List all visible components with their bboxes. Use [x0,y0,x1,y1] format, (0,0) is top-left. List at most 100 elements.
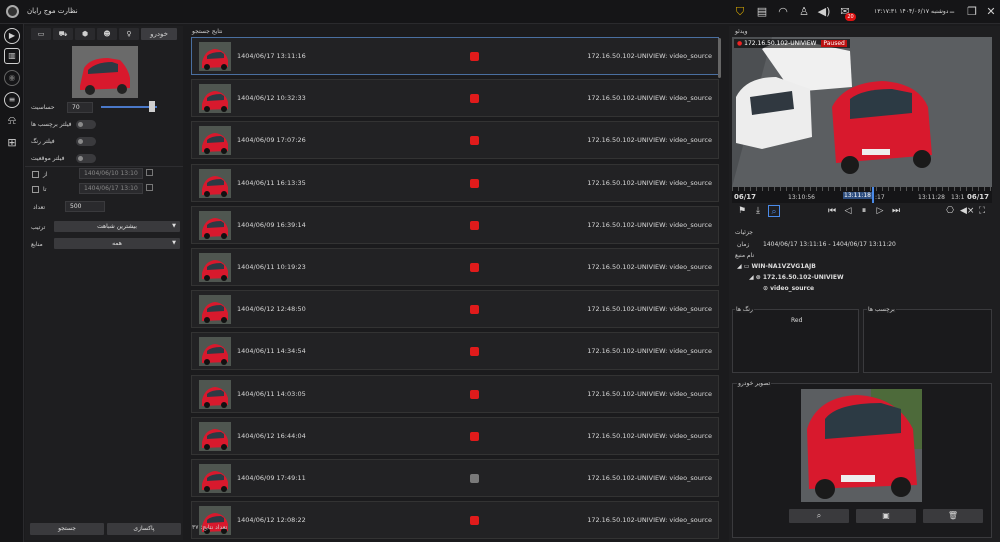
filter-color-toggle[interactable] [76,137,96,146]
clear-button[interactable]: پاکسازی [107,523,181,535]
to-checkbox[interactable] [32,186,39,193]
sort-dropdown[interactable]: بیشترین شباهت ▼ [54,221,180,232]
pause-icon[interactable]: ⏸ [858,205,870,217]
sort-label: ترتیب [31,224,46,231]
result-color-swatch [470,263,479,272]
result-datetime: 1404/06/11 14:34:54 [237,347,306,356]
timeline-playhead[interactable] [872,187,874,203]
count-input[interactable]: 500 [65,201,105,212]
result-row[interactable]: 1404/06/11 16:13:35 172.16.50.102-UNIVIEW… [191,163,719,202]
from-checkbox[interactable] [32,171,39,178]
result-source: 172.16.50.102-UNIVIEW: video_source [587,305,712,314]
timeline[interactable]: 06/17 13:10:56 13:11:18 :17 13:11:28 13:… [732,187,992,203]
result-color-swatch [470,220,479,230]
from-datetime-input[interactable]: 1404/06/10 13:10 [79,168,143,179]
speaker-icon[interactable]: ◀) [817,5,831,19]
result-row[interactable]: 1404/06/09 16:39:14 172.16.50.102-UNIVIEW… [191,205,719,244]
to-datetime-input[interactable]: 1404/06/17 13:10 [79,183,143,194]
result-row[interactable]: 1404/06/11 10:19:23 172.16.50.102-UNIVIEW… [191,248,719,286]
right-panel: ویدئو ● 172.16.50.102-UNIVIEW Paused 06/… [729,26,1000,542]
result-thumbnail [199,421,231,451]
minimize-icon[interactable]: – [945,5,959,19]
search-video-icon[interactable]: ⌕ [768,205,780,217]
results-scrollbar[interactable] [718,38,721,78]
filter-labels-label: فیلتر برچسب ها [31,121,72,128]
tree-node-source[interactable]: ⊙ video_source [763,285,814,292]
search-button[interactable]: جستجو [30,523,104,535]
tab-face[interactable]: ☻ [97,28,117,40]
view-image-button[interactable]: ▣ [856,509,916,523]
result-datetime: 1404/06/12 16:44:04 [237,431,306,440]
result-row[interactable]: 1404/06/11 14:34:54 172.16.50.102-UNIVIEW… [191,332,719,371]
step-forward-icon[interactable]: ⏭ [890,205,902,217]
result-row[interactable]: 1404/06/12 12:48:50 172.16.50.102-UNIVIEW… [191,290,719,329]
result-datetime: 1404/06/12 12:48:50 [237,305,306,314]
play-icon[interactable]: ▷ [874,205,886,217]
filter-labels-toggle[interactable] [76,120,96,129]
maximize-icon[interactable]: ❐ [965,5,979,19]
result-thumbnail [199,210,231,240]
shield-icon[interactable]: ⛉ [733,5,747,19]
tree-node-server[interactable]: ◢ ▭ WIN-NA1VZVG1AJB [737,263,816,270]
result-row[interactable]: 1404/06/12 10:32:33 172.16.50.102-UNIVIEW… [191,79,719,118]
pin-nav-icon[interactable]: ◉ [4,70,20,86]
play-backward-icon[interactable]: ◁ [842,205,854,217]
filter-position-toggle[interactable] [76,154,96,163]
result-thumbnail [199,464,231,493]
vehicle-image [801,389,922,502]
title-bar: نظارت موج رایان ⛉ ▤ ◠ ♙ ◀) ✉ 20 دوشنبه ۱… [0,0,1000,24]
chart-nav-icon[interactable]: ▥ [4,48,20,64]
result-row[interactable]: 1404/06/09 17:07:26 172.16.50.102-UNIVIEW… [191,121,719,160]
source-dropdown[interactable]: همه ▼ [54,238,180,249]
camera-name: 172.16.50.102-UNIVIEW [744,40,817,47]
sensitivity-input[interactable]: 70 [67,102,93,113]
snapshot-icon[interactable]: ⎔ [944,205,956,217]
result-thumbnail [199,253,231,282]
download-icon[interactable]: ⤓ [752,205,764,217]
result-row[interactable]: 1404/06/09 17:49:11 172.16.50.102-UNIVIEW… [191,459,719,497]
list-nav-icon[interactable]: ≡ [4,92,20,108]
play-nav-icon[interactable]: ▶ [4,28,20,44]
user-icon[interactable]: ♙ [797,5,811,19]
result-source: 172.16.50.102-UNIVIEW: video_source [587,474,712,482]
from-calendar-icon[interactable] [146,169,153,176]
to-calendar-icon[interactable] [146,184,153,191]
mute-icon[interactable]: ◀× [960,205,974,217]
chevron-down-icon: ▼ [172,223,176,229]
search-similar-button[interactable]: ⌕ [789,509,849,523]
result-source: 172.16.50.102-UNIVIEW: video_source [587,220,712,229]
result-row[interactable]: 1404/06/12 12:08:22 172.16.50.102-UNIVIEW… [191,501,719,540]
result-row[interactable]: 1404/06/11 14:03:05 172.16.50.102-UNIVIEW… [191,374,719,413]
timeline-label: 13:10:56 [788,194,815,201]
bell-nav-icon[interactable]: ⍾ [4,114,20,130]
result-thumbnail [199,42,231,71]
result-color-swatch [470,305,479,315]
filter-color-label: فیلتر رنگ [31,138,55,145]
clipboard-icon[interactable]: ▤ [755,5,769,19]
close-icon[interactable]: ✕ [984,5,998,19]
sensitivity-slider-handle[interactable] [149,101,155,112]
delete-button[interactable]: 🗑 [923,509,983,523]
status-badge: Paused [821,40,847,47]
tree-node-camera[interactable]: ◢ ⊚ 172.16.50.102-UNIVIEW [749,274,844,281]
tab-car[interactable]: ⛟ [53,28,73,40]
gauge-icon[interactable]: ◠ [776,5,790,19]
timeline-label: 13:1 [951,194,965,201]
tab-person[interactable]: ♀ [119,28,139,40]
grid-nav-icon[interactable]: ⊞ [4,136,20,152]
tab-object[interactable]: ⬢ [75,28,95,40]
step-back-icon[interactable]: ⏮ [826,205,838,217]
result-thumbnail [199,379,231,409]
timeline-label: 13:11:28 [918,194,945,201]
result-row[interactable]: 1404/06/12 16:44:04 172.16.50.102-UNIVIEW… [191,416,719,455]
recording-dot-icon: ● [737,40,743,47]
player-controls: ⚑ ⤓ ⌕ ⏮ ◁ ⏸ ▷ ⏭ ⎔ ◀× ⛶ [732,205,992,219]
from-label: از [43,171,48,178]
bookmark-icon[interactable]: ⚑ [736,205,748,217]
fullscreen-icon[interactable]: ⛶ [976,205,988,217]
tab-vehicle[interactable]: خودرو [141,28,177,40]
color-value: Red [791,317,803,324]
result-color-swatch [470,178,479,188]
tab-tag[interactable]: ▭ [31,28,51,40]
result-row[interactable]: 1404/06/17 13:11:16 172.16.50.102-UNIVIEW… [191,37,719,75]
